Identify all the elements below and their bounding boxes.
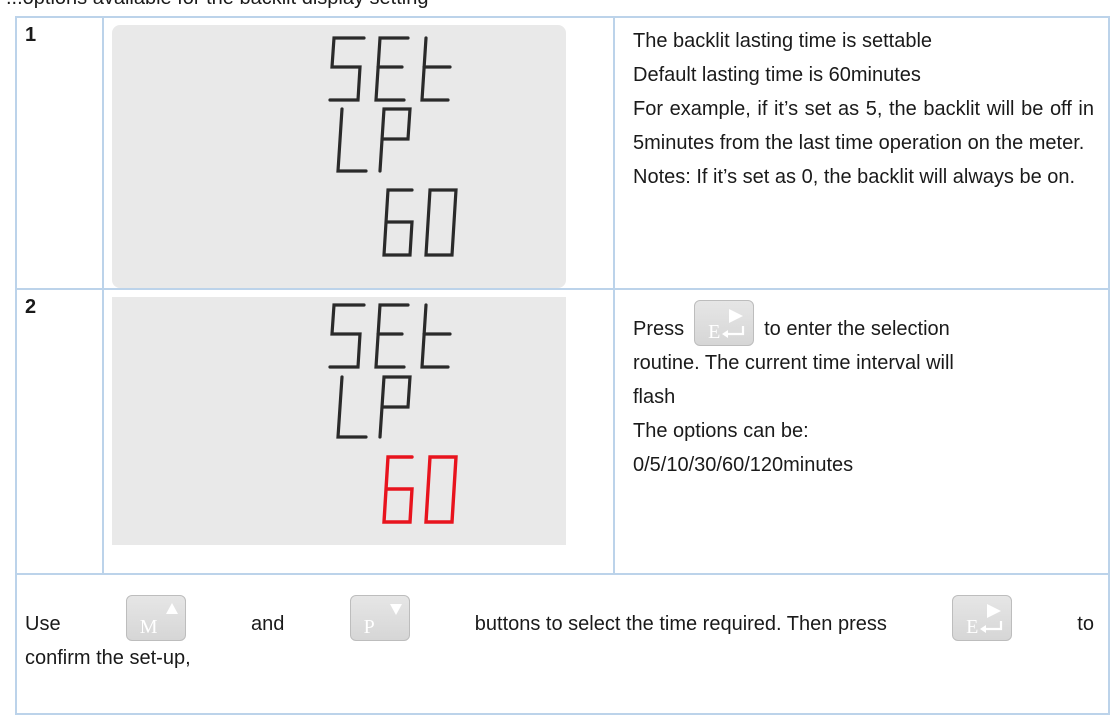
lcd-segments [328, 303, 458, 524]
lcd-segments [328, 36, 458, 257]
to-label: to [1077, 613, 1094, 635]
and-label: and [250, 613, 285, 635]
lcd-line-value [382, 188, 458, 257]
options-label: The options can be: [633, 420, 809, 442]
instruction-row: Use M and P buttons to select the time r… [15, 573, 1110, 715]
press-continuation: routine. The current time interval will [633, 352, 954, 374]
press-text-start: to enter the selection [764, 318, 950, 340]
select-text: buttons to select the time required. The… [474, 613, 887, 635]
desc-line: Default lasting time is 60minutes [633, 64, 921, 86]
press-label: Press [633, 318, 685, 340]
desc-line: The backlit lasting time is settable [633, 30, 933, 52]
cut-off-top-text: ...options available for the backlit dis… [0, 0, 1118, 16]
step-row-1: 1 The backlit lasting time is settable D… [15, 16, 1110, 290]
use-label: Use [25, 613, 61, 635]
enter-button[interactable]: E [952, 595, 1013, 641]
lcd-line-value-flashing [382, 455, 458, 524]
step-number: 2 [25, 296, 37, 318]
step-number-cell: 1 [15, 16, 104, 290]
desc-line: For example, if it’s set as 5, the backl… [633, 98, 1094, 154]
instruction-cell: Use M and P buttons to select the time r… [15, 573, 1110, 715]
p-down-button[interactable]: P [349, 595, 410, 641]
press-line: Press E to enter the selection [633, 300, 1094, 346]
options-values: 0/5/10/30/60/120minutes [633, 454, 854, 476]
confirm-line: confirm the set-up, [25, 647, 191, 669]
top-text-fragment: ...options available for the backlit dis… [6, 0, 428, 10]
enter-arrow-icon [980, 604, 1003, 633]
up-triangle-icon [165, 603, 178, 614]
step-row-2: 2 Press E to enter the selection routine… [15, 288, 1110, 575]
lcd-cell [102, 288, 615, 575]
m-up-button[interactable]: M [125, 595, 186, 641]
lcd-line-set [328, 36, 452, 102]
lcd-cell [102, 16, 615, 290]
p-letter: P [363, 616, 375, 638]
steps-table: 1 The backlit lasting time is settable D… [15, 16, 1110, 715]
down-triangle-icon [389, 604, 402, 615]
lcd-line-lp [336, 107, 412, 173]
lcd-line-set [328, 303, 452, 369]
step-description: Press E to enter the selection routine. … [613, 288, 1110, 575]
step-number: 1 [25, 24, 37, 46]
press-continuation-end: flash [633, 386, 676, 408]
enter-button[interactable]: E [694, 300, 755, 346]
step-number-cell: 2 [15, 288, 104, 575]
lcd-display [112, 297, 566, 545]
m-letter: M [139, 616, 158, 638]
step-description: The backlit lasting time is settable Def… [613, 16, 1110, 290]
enter-arrow-icon [722, 309, 745, 338]
lcd-display [112, 25, 566, 288]
desc-line: Notes: If it’s set as 0, the backlit wil… [633, 166, 1076, 188]
lcd-line-lp [336, 375, 412, 439]
